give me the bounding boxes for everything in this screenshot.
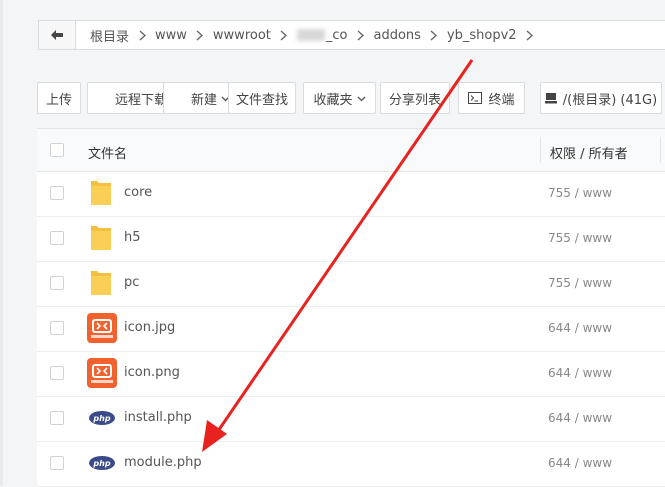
breadcrumb-label: wwwroot <box>212 27 271 43</box>
row-checkbox[interactable] <box>50 231 64 245</box>
table-row[interactable]: php module.php 644 / www <box>37 441 665 487</box>
breadcrumb-item-wwwroot[interactable]: wwwroot <box>213 28 271 43</box>
file-name[interactable]: h5 <box>124 230 141 245</box>
sidebar-edge <box>0 0 3 486</box>
chevron-down-icon <box>357 91 366 106</box>
chevron-right-icon <box>421 29 447 41</box>
breadcrumb-label: www <box>155 27 187 43</box>
button-label: 收藏夹 <box>313 92 353 108</box>
button-label: 分享列表 <box>388 92 441 108</box>
row-checkbox[interactable] <box>50 366 64 380</box>
file-permission[interactable]: 755 / www <box>548 231 612 245</box>
column-header-permission[interactable]: 权限 / 所有者 <box>550 143 628 162</box>
breadcrumb-item-root[interactable]: 根目录 <box>76 26 129 45</box>
row-checkbox[interactable] <box>50 186 64 200</box>
arrow-left-icon <box>51 30 63 40</box>
favorites-dropdown-button[interactable]: 收藏夹 <box>303 82 376 114</box>
back-button[interactable] <box>39 21 76 49</box>
folder-icon <box>91 181 111 205</box>
row-checkbox[interactable] <box>50 456 64 470</box>
file-name[interactable]: core <box>124 185 152 200</box>
breadcrumb-item-current[interactable]: yb_shopv2 <box>447 28 517 43</box>
table-header: 文件名 权限 / 所有者 <box>37 129 665 172</box>
file-search-button[interactable]: 文件查找 <box>228 82 296 114</box>
share-list-button[interactable]: 分享列表 <box>380 82 450 114</box>
chevron-right-icon <box>271 29 297 41</box>
table-row[interactable]: core 755 / www <box>37 171 665 217</box>
chevron-right-icon <box>187 29 213 41</box>
file-permission[interactable]: 644 / www <box>548 456 612 470</box>
table-row[interactable]: icon.png 644 / www <box>37 351 665 397</box>
redacted-blur <box>296 29 325 41</box>
file-permission[interactable]: 755 / www <box>548 276 612 290</box>
disk-button[interactable]: /(根目录) (41G) <box>540 82 662 114</box>
chevron-right-icon <box>517 29 543 41</box>
file-name[interactable]: install.php <box>124 410 192 425</box>
folder-icon <box>91 271 111 295</box>
chevron-right-icon <box>348 29 374 41</box>
column-divider <box>540 137 541 163</box>
breadcrumb: 根目录 www wwwroot _co addons yb_shopv2 <box>38 20 665 50</box>
file-permission[interactable]: 644 / www <box>548 411 612 425</box>
folder-icon <box>91 226 111 250</box>
table-row[interactable]: pc 755 / www <box>37 261 665 307</box>
row-checkbox[interactable] <box>50 276 64 290</box>
breadcrumb-item-www[interactable]: www <box>155 28 187 43</box>
terminal-icon <box>468 92 483 104</box>
php-icon: php <box>89 456 115 470</box>
php-icon: php <box>89 411 115 425</box>
breadcrumb-label: yb_shopv2 <box>446 27 517 43</box>
row-checkbox[interactable] <box>50 411 64 425</box>
terminal-button[interactable]: 终端 <box>458 82 525 114</box>
file-name[interactable]: pc <box>124 275 139 290</box>
file-table: 文件名 权限 / 所有者 core 755 / www h5 755 / www… <box>37 128 665 487</box>
hard-drive-icon <box>544 92 557 104</box>
app-image-icon <box>87 358 117 388</box>
breadcrumb-label: _co <box>325 27 348 43</box>
button-label: 终端 <box>488 92 515 108</box>
file-name[interactable]: icon.png <box>124 365 180 380</box>
file-name[interactable]: icon.jpg <box>124 320 175 335</box>
breadcrumb-item-addons[interactable]: addons <box>374 28 421 43</box>
select-all-checkbox[interactable] <box>50 143 64 157</box>
upload-button[interactable]: 上传 <box>37 82 81 114</box>
table-row[interactable]: h5 755 / www <box>37 216 665 262</box>
row-checkbox[interactable] <box>50 321 64 335</box>
chevron-right-icon <box>129 29 155 41</box>
button-label: 远程下载 <box>114 92 167 108</box>
button-label: 上传 <box>45 92 72 108</box>
file-permission[interactable]: 644 / www <box>548 366 612 380</box>
table-row[interactable]: php install.php 644 / www <box>37 396 665 442</box>
button-label: /(根目录) (41G) <box>562 92 658 108</box>
file-permission[interactable]: 644 / www <box>548 321 612 335</box>
table-row[interactable]: icon.jpg 644 / www <box>37 306 665 352</box>
column-divider <box>660 137 661 163</box>
svg-text:php: php <box>92 414 110 423</box>
button-label: 文件查找 <box>235 92 288 108</box>
breadcrumb-label: 根目录 <box>90 29 130 45</box>
file-permission[interactable]: 755 / www <box>548 186 612 200</box>
column-header-name[interactable]: 文件名 <box>88 143 127 162</box>
breadcrumb-item-site[interactable]: _co <box>296 27 348 43</box>
button-label: 新建 <box>190 92 217 108</box>
svg-text:php: php <box>92 459 110 468</box>
app-image-icon <box>87 313 117 343</box>
file-name[interactable]: module.php <box>124 455 202 470</box>
breadcrumb-label: addons <box>373 27 421 43</box>
